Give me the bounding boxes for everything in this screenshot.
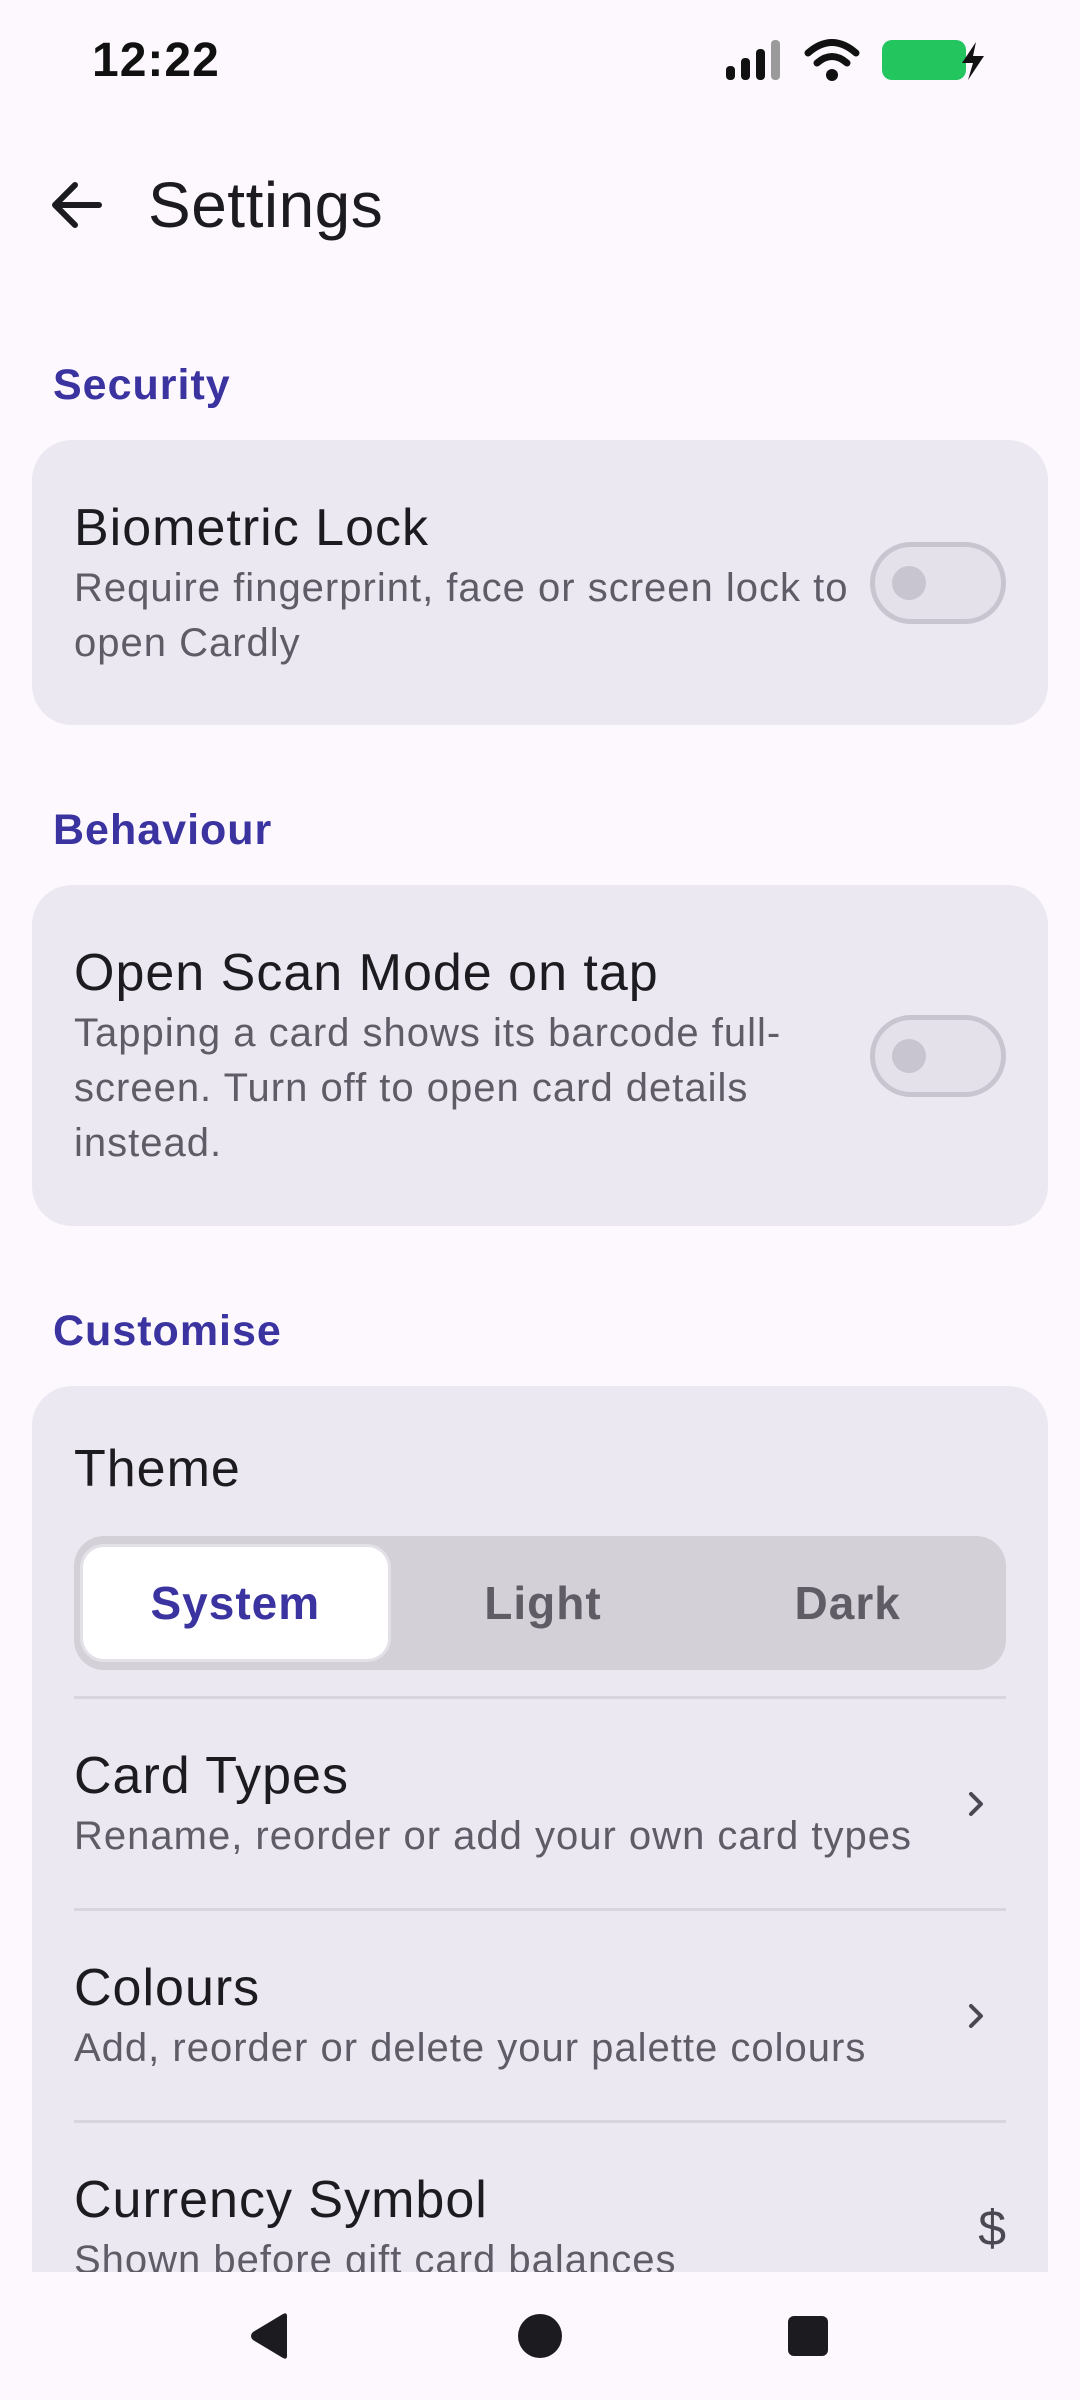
biometric-lock-text: Biometric Lock Require fingerprint, face…: [74, 495, 850, 671]
signal-icon: [726, 40, 780, 80]
chevron-right-icon: [946, 1774, 1006, 1834]
theme-option-light[interactable]: Light: [391, 1544, 696, 1662]
section-header-behaviour: Behaviour: [53, 805, 273, 854]
card-types-row[interactable]: Card Types Rename, reorder or add your o…: [32, 1699, 1048, 1908]
recents-square-icon: [788, 2316, 828, 2356]
scan-mode-toggle[interactable]: [870, 1014, 1006, 1097]
colours-row[interactable]: Colours Add, reorder or delete your pale…: [32, 1911, 1048, 2120]
biometric-lock-subtitle: Require fingerprint, face or screen lock…: [74, 565, 849, 665]
colours-title: Colours: [74, 1959, 261, 2017]
customise-card: Theme System Light Dark Card Types Renam…: [32, 1386, 1048, 2272]
currency-symbol-text: Currency Symbol Shown before gift card b…: [74, 2167, 958, 2272]
page-title: Settings: [148, 169, 384, 241]
scan-mode-subtitle: Tapping a card shows its barcode full-sc…: [74, 1011, 782, 1165]
battery-charging-icon: [882, 40, 984, 80]
theme-option-system[interactable]: System: [80, 1544, 391, 1662]
biometric-lock-toggle[interactable]: [870, 541, 1006, 624]
theme-title: Theme: [74, 1440, 241, 1498]
app-bar: Settings: [0, 140, 1080, 270]
nav-back-button[interactable]: [238, 2304, 302, 2368]
section-header-security: Security: [53, 360, 231, 409]
theme-option-dark[interactable]: Dark: [695, 1544, 1000, 1662]
nav-home-button[interactable]: [508, 2304, 572, 2368]
toggle-knob: [892, 1038, 926, 1073]
home-circle-icon: [518, 2314, 562, 2358]
status-time: 12:22: [92, 33, 220, 87]
scan-mode-title: Open Scan Mode on tap: [74, 944, 659, 1002]
scan-mode-row[interactable]: Open Scan Mode on tap Tapping a card sho…: [32, 885, 1048, 1226]
section-header-customise: Customise: [53, 1306, 282, 1355]
back-triangle-icon: [251, 2313, 287, 2359]
settings-list[interactable]: Security Biometric Lock Require fingerpr…: [0, 330, 1080, 2272]
currency-symbol-row[interactable]: Currency Symbol Shown before gift card b…: [32, 2123, 1048, 2272]
currency-symbol-subtitle: Shown before gift card balances: [74, 2238, 677, 2272]
currency-symbol-title: Currency Symbol: [74, 2171, 488, 2229]
colours-text: Colours Add, reorder or delete your pale…: [74, 1955, 946, 2076]
biometric-lock-row[interactable]: Biometric Lock Require fingerprint, face…: [32, 440, 1048, 725]
chevron-right-icon: [946, 1986, 1006, 2046]
currency-symbol-value: $: [978, 2199, 1006, 2256]
biometric-lock-title: Biometric Lock: [74, 498, 429, 557]
theme-segmented-control: System Light Dark: [74, 1536, 1006, 1670]
scan-mode-text: Open Scan Mode on tap Tapping a card sho…: [74, 940, 850, 1171]
security-card: Biometric Lock Require fingerprint, face…: [32, 440, 1048, 725]
card-types-text: Card Types Rename, reorder or add your o…: [74, 1743, 946, 1864]
back-button[interactable]: [22, 150, 132, 260]
toggle-knob: [892, 565, 926, 600]
status-icons: [724, 36, 988, 84]
nav-recents-button[interactable]: [776, 2304, 840, 2368]
card-types-title: Card Types: [74, 1747, 349, 1805]
colours-subtitle: Add, reorder or delete your palette colo…: [74, 2026, 867, 2070]
theme-row: Theme: [32, 1386, 1048, 1536]
settings-screen: 12:22 Settings Security Biometric Lock R…: [0, 0, 1080, 2400]
card-types-subtitle: Rename, reorder or add your own card typ…: [74, 1814, 912, 1858]
wifi-icon: [804, 39, 860, 81]
system-nav-bar: [0, 2272, 1080, 2400]
status-bar: 12:22: [0, 0, 1080, 120]
arrow-left-icon: [52, 182, 102, 228]
behaviour-card: Open Scan Mode on tap Tapping a card sho…: [32, 885, 1048, 1226]
